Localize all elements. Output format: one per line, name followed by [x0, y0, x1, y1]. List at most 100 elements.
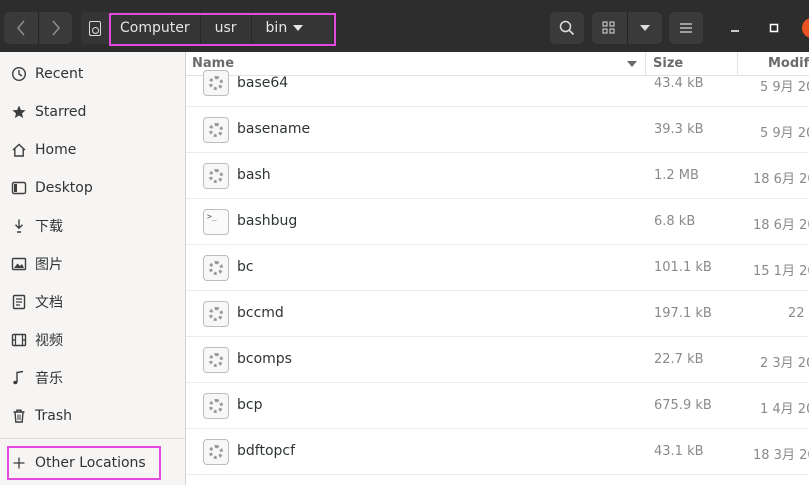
file-size: 101.1 kB [654, 260, 712, 275]
chevron-down-icon [639, 25, 650, 31]
file-row-basename[interactable]: basename 39.3 kB 5 9月 20 [186, 107, 809, 153]
sidebar-item-recent[interactable]: Recent [0, 55, 185, 93]
file-name: bashbug [237, 213, 298, 229]
sidebar-item-trash[interactable]: Trash [0, 397, 185, 435]
file-name: bc [237, 259, 254, 275]
grid-icon [602, 21, 615, 34]
sidebar-item-label: Desktop [35, 180, 93, 196]
sidebar-divider [0, 438, 185, 439]
sidebar-item-label: 文档 [35, 295, 63, 311]
file-row-bc[interactable]: bc 101.1 kB 15 1月 20 [186, 245, 809, 291]
file-name: bccmd [237, 305, 284, 321]
file-modified: 1 4月 20 [760, 402, 809, 417]
file-size: 1.2 MB [654, 168, 699, 183]
drive-icon [89, 20, 101, 36]
back-button[interactable] [4, 12, 38, 44]
video-icon [10, 332, 27, 349]
sidebar-item-downloads[interactable]: 下载 [0, 207, 185, 245]
file-modified: 5 9月 20 [760, 80, 809, 95]
sidebar-item-label: Starred [35, 104, 87, 120]
file-row-bash[interactable]: bash 1.2 MB 18 6月 20 [186, 153, 809, 199]
pictures-icon [10, 256, 27, 273]
chevron-right-icon [51, 20, 60, 36]
file-size: 43.4 kB [654, 76, 704, 91]
drive-button[interactable] [81, 12, 109, 44]
forward-button[interactable] [38, 12, 72, 44]
breadcrumb-label: Computer [120, 20, 190, 36]
file-size: 675.9 kB [654, 398, 712, 413]
breadcrumb-bin[interactable]: bin [252, 12, 312, 44]
file-name: bash [237, 167, 271, 183]
navigation-buttons [4, 12, 72, 44]
file-modified: 5 9月 20 [760, 126, 809, 141]
grid-view-button[interactable] [592, 12, 627, 44]
file-row-bccmd[interactable]: bccmd 197.1 kB 22 6 [186, 291, 809, 337]
home-icon [10, 142, 27, 159]
dropdown-arrow-icon [293, 25, 304, 31]
sidebar-item-label: Trash [35, 408, 72, 424]
close-button[interactable] [802, 18, 809, 38]
music-icon [10, 370, 27, 387]
file-size: 43.1 kB [654, 444, 704, 459]
menu-button[interactable] [669, 12, 703, 44]
file-name: base64 [237, 75, 289, 91]
script-icon: >_ [203, 209, 229, 235]
executable-icon [203, 163, 229, 189]
hamburger-icon [680, 23, 692, 33]
minimize-button[interactable] [725, 18, 745, 38]
file-row-bdftopcf[interactable]: bdftopcf 43.1 kB 18 3月 20 [186, 429, 809, 475]
file-size: 39.3 kB [654, 122, 704, 137]
view-options-group [592, 12, 662, 44]
executable-icon [203, 117, 229, 143]
sidebar-item-desktop[interactable]: Desktop [0, 169, 185, 207]
documents-icon [10, 294, 27, 311]
sidebar-item-label: Other Locations [35, 455, 146, 471]
file-name: bdftopcf [237, 443, 296, 459]
search-button[interactable] [550, 12, 584, 44]
sidebar-item-starred[interactable]: Starred [0, 93, 185, 131]
breadcrumb-label: bin [265, 20, 288, 36]
file-name: bcomps [237, 351, 292, 367]
executable-icon [203, 393, 229, 419]
sidebar-item-label: 图片 [35, 257, 63, 273]
maximize-button[interactable] [764, 18, 784, 38]
search-icon [559, 20, 575, 36]
file-row-bcomps[interactable]: bcomps 22.7 kB 2 3月 20 [186, 337, 809, 383]
header-bar: Computer usr bin [0, 0, 809, 52]
chevron-left-icon [17, 20, 25, 36]
sidebar-item-videos[interactable]: 视频 [0, 321, 185, 359]
sidebar-item-label: Recent [35, 66, 84, 82]
sidebar-item-pictures[interactable]: 图片 [0, 245, 185, 283]
sidebar-item-documents[interactable]: 文档 [0, 283, 185, 321]
executable-icon [203, 347, 229, 373]
sidebar-item-other-locations[interactable]: Other Locations [0, 444, 185, 482]
file-row-base64[interactable]: base64 43.4 kB 5 9月 20 [186, 66, 809, 107]
breadcrumb-usr[interactable]: usr [201, 12, 251, 44]
file-list: Name Size Modif base64 43.4 kB 5 9月 20 b… [186, 52, 809, 485]
sidebar-item-home[interactable]: Home [0, 131, 185, 169]
file-modified: 22 6 [788, 306, 809, 321]
sidebar-item-music[interactable]: 音乐 [0, 359, 185, 397]
file-row-bashbug[interactable]: >_ bashbug 6.8 kB 18 6月 20 [186, 199, 809, 245]
file-modified: 18 3月 20 [753, 448, 809, 463]
trash-icon [10, 408, 27, 425]
file-name: bcp [237, 397, 263, 413]
maximize-icon [769, 23, 779, 33]
executable-icon [203, 439, 229, 465]
sidebar-item-label: 音乐 [35, 371, 63, 387]
view-dropdown-button[interactable] [626, 12, 663, 44]
sidebar-item-label: Home [35, 142, 77, 158]
file-row-bcp[interactable]: bcp 675.9 kB 1 4月 20 [186, 383, 809, 429]
sidebar-item-label: 下载 [35, 219, 63, 235]
plus-icon [10, 455, 27, 472]
file-modified: 18 6月 20 [753, 218, 809, 233]
file-size: 197.1 kB [654, 306, 712, 321]
path-bar: Computer usr bin [81, 12, 333, 44]
clock-icon [10, 66, 27, 83]
star-icon [10, 104, 27, 121]
file-size: 6.8 kB [654, 214, 696, 229]
file-modified: 18 6月 20 [753, 172, 809, 187]
breadcrumb-label: usr [214, 20, 237, 36]
breadcrumb-computer[interactable]: Computer [110, 12, 200, 44]
download-icon [10, 218, 27, 235]
